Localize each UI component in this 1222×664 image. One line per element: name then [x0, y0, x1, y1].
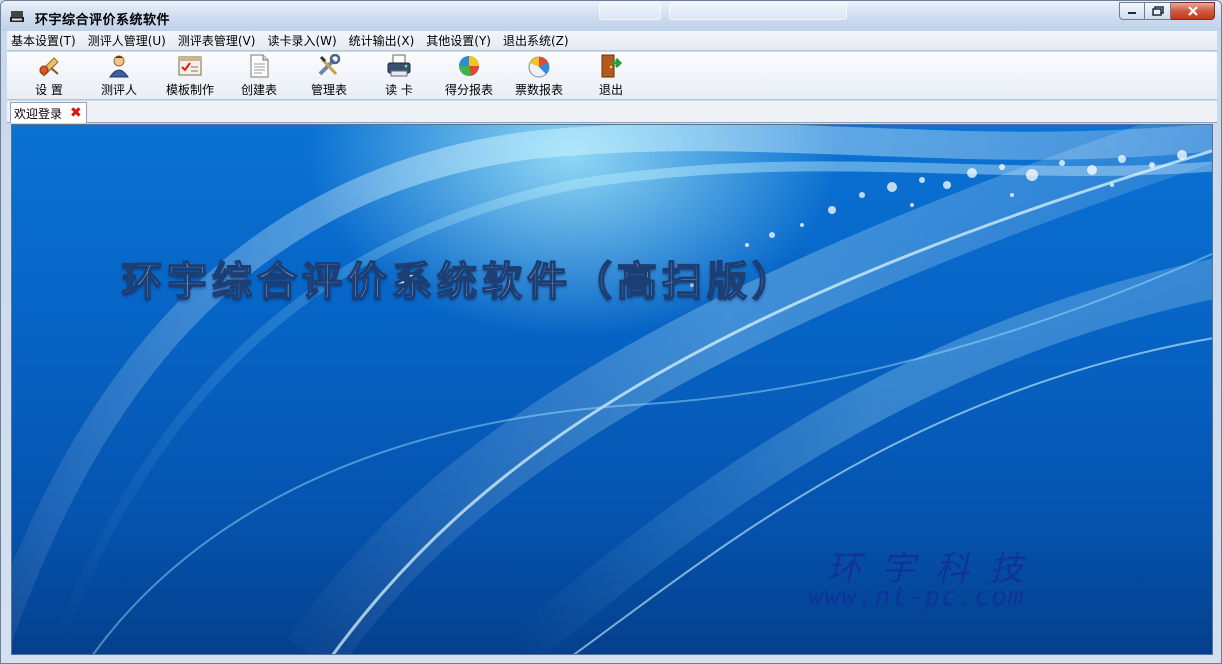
menu-card-input[interactable]: 读卡录入(W)	[261, 32, 342, 49]
document-icon	[246, 54, 272, 78]
menu-exit-system[interactable]: 退出系统(Z)	[497, 32, 575, 49]
caption-buttons	[1119, 2, 1215, 20]
menu-basic-settings[interactable]: 基本设置(T)	[7, 32, 82, 49]
toolbar-settings-button[interactable]: 设 置	[17, 54, 81, 98]
menu-evaluator-management[interactable]: 测评人管理(U)	[82, 32, 172, 49]
toolbar-vote-report-button[interactable]: 票数报表	[507, 54, 571, 98]
toolbar-manage-form-button[interactable]: 管理表	[297, 54, 361, 98]
background-tab-ghost	[599, 2, 661, 20]
toolbar-read-card-button[interactable]: 读 卡	[367, 54, 431, 98]
minimize-icon	[1128, 12, 1136, 14]
app-icon[interactable]	[9, 9, 25, 23]
toolbar-label: 退出	[598, 83, 623, 97]
toolbar-create-form-button[interactable]: 创建表	[227, 54, 291, 98]
close-button[interactable]	[1171, 2, 1215, 20]
toolbar-label: 读 卡	[385, 83, 413, 97]
toolbar-label: 票数报表	[514, 83, 563, 97]
title-bar[interactable]: 环宇综合评价系统软件	[1, 1, 1221, 31]
restore-icon	[1151, 6, 1164, 16]
tab-strip: 欢迎登录 ✖	[7, 101, 1217, 123]
person-icon	[106, 54, 132, 78]
toolbar-score-report-button[interactable]: 得分报表	[437, 54, 501, 98]
menu-statistics-output[interactable]: 统计输出(X)	[343, 32, 421, 49]
toolbar-label: 测评人	[100, 83, 137, 97]
tab-welcome[interactable]: 欢迎登录 ✖	[10, 102, 87, 123]
menu-form-management[interactable]: 测评表管理(V)	[172, 32, 262, 49]
close-icon	[1187, 6, 1198, 16]
app-window: 环宇综合评价系统软件 基本设置(T) 测评人管理(U) 测评表管理(V) 读卡录…	[0, 0, 1222, 664]
toolbar: 设 置 测评人 模板制作 创建表 管理表 读 卡 得分报表 票数报表 退出	[7, 52, 1217, 100]
window-title: 环宇综合评价系统软件	[35, 13, 171, 28]
tab-close-icon[interactable]: ✖	[70, 106, 82, 120]
toolbar-exit-button[interactable]: 退出	[579, 54, 643, 98]
welcome-splash: 环宇综合评价系统软件（高扫版） 环宇科技 www.nt-pc.com	[11, 124, 1213, 655]
vote-chart-icon	[526, 54, 552, 78]
template-icon	[177, 54, 203, 78]
tools-icon	[316, 54, 342, 78]
score-chart-icon	[456, 54, 482, 78]
maximize-button[interactable]	[1145, 2, 1171, 20]
toolbar-label: 得分报表	[444, 83, 493, 97]
menu-other-settings[interactable]: 其他设置(Y)	[420, 32, 497, 49]
card-reader-icon	[386, 54, 412, 78]
toolbar-template-button[interactable]: 模板制作	[158, 54, 222, 98]
menu-bar: 基本设置(T) 测评人管理(U) 测评表管理(V) 读卡录入(W) 统计输出(X…	[7, 31, 1217, 51]
toolbar-evaluator-button[interactable]: 测评人	[87, 54, 151, 98]
company-url: www.nt-pc.com	[808, 582, 1025, 612]
toolbar-label: 模板制作	[165, 83, 214, 97]
tab-label: 欢迎登录	[14, 106, 63, 121]
toolbar-label: 创建表	[240, 83, 277, 97]
minimize-button[interactable]	[1119, 2, 1145, 20]
splash-title: 环宇综合评价系统软件（高扫版）	[121, 258, 797, 306]
toolbar-label: 管理表	[310, 83, 347, 97]
settings-icon	[36, 54, 62, 78]
toolbar-label: 设 置	[35, 83, 63, 97]
background-tab-ghost	[669, 2, 847, 20]
exit-door-icon	[598, 54, 624, 78]
